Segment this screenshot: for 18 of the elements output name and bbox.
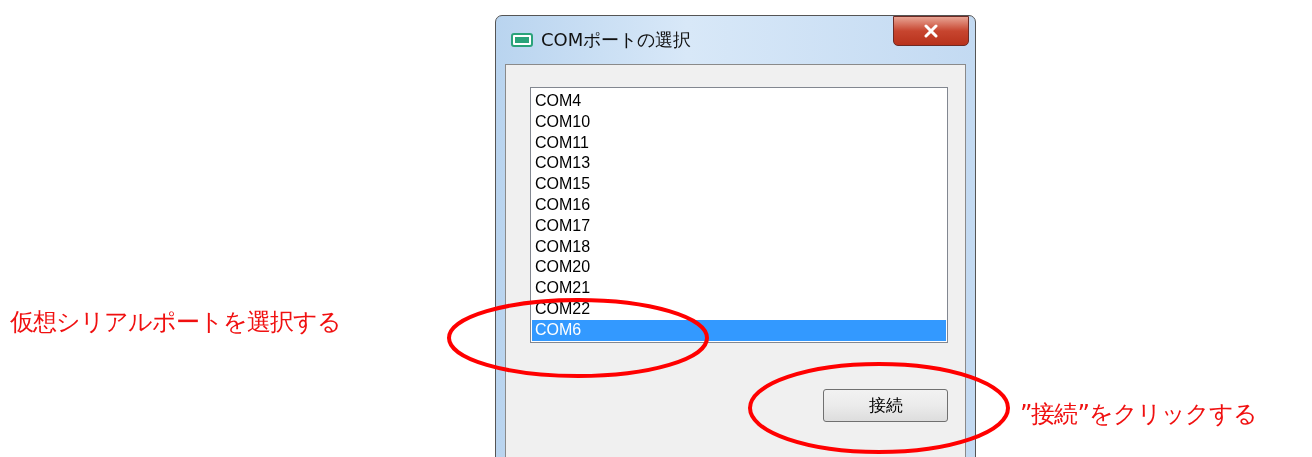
window-title: COMポートの選択 [541, 28, 692, 52]
port-item[interactable]: COM13 [532, 153, 946, 175]
annotation-text: ”接続”をクリックする [1020, 400, 1257, 428]
connect-button[interactable]: 接続 [823, 389, 948, 422]
port-item[interactable]: COM16 [532, 195, 946, 216]
port-item[interactable]: COM15 [532, 174, 946, 195]
close-icon [923, 24, 939, 38]
port-item[interactable]: COM22 [532, 298, 946, 320]
port-item[interactable]: COM17 [532, 215, 946, 237]
port-item[interactable]: COM18 [532, 236, 946, 258]
close-button[interactable] [893, 16, 969, 46]
app-icon [511, 32, 533, 48]
port-item[interactable]: COM21 [532, 278, 946, 299]
port-item[interactable]: COM11 [532, 132, 946, 154]
port-item[interactable]: COM4 [532, 91, 946, 112]
port-item[interactable]: COM20 [532, 257, 946, 279]
annotation-text: 仮想シリアルポートを選択する [10, 308, 341, 336]
port-item[interactable]: COM10 [532, 111, 946, 133]
